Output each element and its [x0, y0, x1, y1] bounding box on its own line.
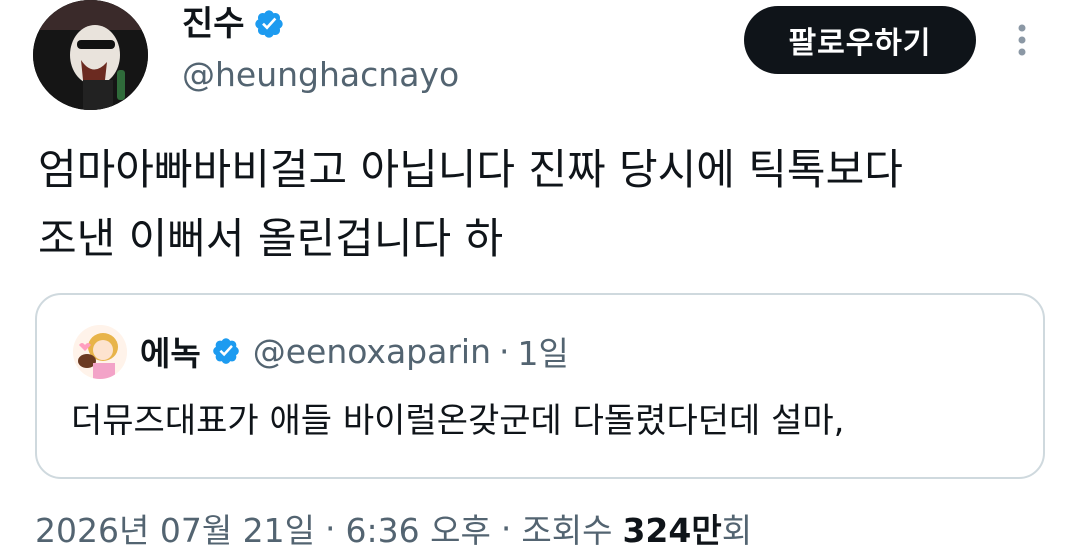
- tweet-meta: 2026년 07월 21일 · 6:36 오후 · 조회수 324만 회: [35, 500, 752, 556]
- separator-dot: ·: [499, 331, 510, 371]
- quoted-tweet-card[interactable]: 에녹 @eenoxaparin · 1일 더뮤즈대표가 애들 바이럴온갖군데 다…: [35, 293, 1045, 479]
- views-unit: 회: [721, 511, 753, 550]
- quoted-handle[interactable]: @eenoxaparin: [253, 332, 491, 371]
- tweet-text-line: 조낸 이뻐서 올린겁니다 하: [38, 214, 504, 263]
- tweet-date[interactable]: 2026년 07월 21일: [35, 504, 315, 552]
- views-label: 조회수: [521, 511, 613, 550]
- author-avatar[interactable]: [33, 0, 148, 110]
- follow-button[interactable]: 팔로우하기: [744, 6, 976, 74]
- tweet-text: 엄마아빠바비걸고 아닙니다 진짜 당시에 틱톡보다 조낸 이뻐서 올린겁니다 하: [38, 135, 1048, 273]
- author-name-row: 진수: [182, 2, 285, 46]
- separator-dot: ·: [500, 508, 512, 548]
- tweet-time[interactable]: 6:36 오후: [346, 504, 491, 552]
- verified-badge-icon: [253, 8, 285, 40]
- separator-dot: ·: [325, 508, 336, 548]
- views-count[interactable]: 324만: [622, 504, 721, 552]
- quoted-display-name[interactable]: 에녹: [140, 327, 201, 375]
- verified-badge-icon: [211, 336, 241, 366]
- quoted-tweet-text: 더뮤즈대표가 애들 바이럴온갖군데 다돌렸다던데 설마,: [71, 401, 845, 441]
- sunglasses-figure-avatar: [33, 0, 148, 110]
- author-handle[interactable]: @heunghacnayo: [182, 53, 459, 97]
- vertical-dots-icon[interactable]: [1010, 20, 1034, 60]
- quoted-timestamp[interactable]: 1일: [518, 327, 569, 375]
- anime-girl-avatar: [73, 325, 127, 379]
- quoted-author-avatar[interactable]: [73, 325, 127, 379]
- author-display-name[interactable]: 진수: [182, 2, 245, 46]
- quoted-tweet-header: 에녹 @eenoxaparin · 1일: [140, 325, 569, 377]
- tweet-text-line: 엄마아빠바비걸고 아닙니다 진짜 당시에 틱톡보다: [38, 145, 903, 194]
